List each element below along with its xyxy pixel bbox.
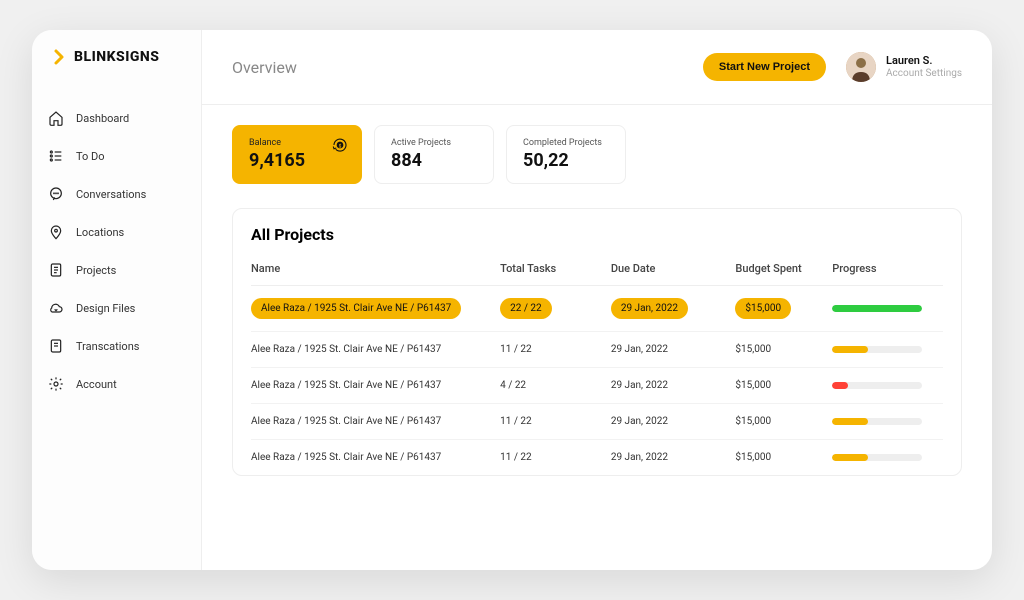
sidebar-item-design-files[interactable]: Design Files bbox=[46, 296, 187, 320]
refresh-dollar-icon: $ bbox=[331, 136, 349, 158]
sidebar-item-projects[interactable]: Projects bbox=[46, 258, 187, 282]
app-window: BLINKSIGNS Dashboard To Do Conversations Lo… bbox=[32, 30, 992, 570]
cell-tasks: 11 / 22 bbox=[500, 416, 532, 427]
table-header-row: Name Total Tasks Due Date Budget Spent P… bbox=[251, 254, 943, 286]
progress-bar bbox=[832, 346, 922, 353]
table-row[interactable]: Alee Raza / 1925 St. Clair Ave NE / P614… bbox=[251, 368, 943, 404]
nav-list: Dashboard To Do Conversations Locations Proj… bbox=[46, 106, 187, 396]
progress-fill bbox=[832, 382, 848, 389]
card-value: 50,22 bbox=[523, 150, 609, 171]
content-area: Balance 9,4165 $ Active Projects 884 Com… bbox=[202, 105, 992, 570]
sidebar: BLINKSIGNS Dashboard To Do Conversations Lo… bbox=[32, 30, 202, 570]
profile-text: Lauren S. Account Settings bbox=[886, 54, 962, 79]
sidebar-item-account[interactable]: Account bbox=[46, 372, 187, 396]
projects-panel: All Projects Name Total Tasks Due Date B… bbox=[232, 208, 962, 476]
sidebar-item-label: Transcations bbox=[76, 340, 139, 353]
active-projects-card[interactable]: Active Projects 884 bbox=[374, 125, 494, 184]
stats-cards: Balance 9,4165 $ Active Projects 884 Com… bbox=[232, 125, 962, 184]
cell-tasks: 4 / 22 bbox=[500, 380, 526, 391]
progress-fill bbox=[832, 454, 868, 461]
progress-bar bbox=[832, 382, 922, 389]
gear-icon bbox=[48, 376, 64, 392]
progress-bar bbox=[832, 454, 922, 461]
sidebar-item-conversations[interactable]: Conversations bbox=[46, 182, 187, 206]
sidebar-item-label: Locations bbox=[76, 226, 124, 239]
sidebar-item-label: Dashboard bbox=[76, 112, 129, 125]
col-name: Name bbox=[251, 254, 500, 286]
progress-fill bbox=[832, 418, 868, 425]
cell-due: 29 Jan, 2022 bbox=[611, 380, 668, 391]
completed-projects-card[interactable]: Completed Projects 50,22 bbox=[506, 125, 626, 184]
table-row[interactable]: Alee Raza / 1925 St. Clair Ave NE / P614… bbox=[251, 440, 943, 476]
sidebar-item-to-do[interactable]: To Do bbox=[46, 144, 187, 168]
pin-icon bbox=[48, 224, 64, 240]
cell-name: Alee Raza / 1925 St. Clair Ave NE / P614… bbox=[251, 380, 441, 391]
table-row[interactable]: Alee Raza / 1925 St. Clair Ave NE / P614… bbox=[251, 404, 943, 440]
cell-tasks: 22 / 22 bbox=[500, 298, 552, 319]
progress-bar bbox=[832, 418, 922, 425]
cell-budget: $15,000 bbox=[735, 298, 791, 319]
profile-menu[interactable]: Lauren S. Account Settings bbox=[846, 52, 962, 82]
cell-tasks: 11 / 22 bbox=[500, 452, 532, 463]
sidebar-item-locations[interactable]: Locations bbox=[46, 220, 187, 244]
sidebar-item-label: To Do bbox=[76, 150, 105, 163]
cell-budget: $15,000 bbox=[735, 344, 771, 355]
home-icon bbox=[48, 110, 64, 126]
topbar-right: Start New Project Lauren S. Account Sett… bbox=[703, 52, 962, 82]
cell-name: Alee Raza / 1925 St. Clair Ave NE / P614… bbox=[251, 416, 441, 427]
sidebar-item-label: Projects bbox=[76, 264, 116, 277]
cell-name: Alee Raza / 1925 St. Clair Ave NE / P614… bbox=[251, 344, 441, 355]
brand-logo[interactable]: BLINKSIGNS bbox=[46, 48, 187, 66]
cell-due: 29 Jan, 2022 bbox=[611, 416, 668, 427]
col-budget: Budget Spent bbox=[735, 254, 832, 286]
panel-title: All Projects bbox=[251, 225, 943, 244]
chevron-right-icon bbox=[50, 48, 68, 66]
projects-table: Name Total Tasks Due Date Budget Spent P… bbox=[251, 254, 943, 475]
sidebar-item-label: Design Files bbox=[76, 302, 135, 315]
projects-tbody: Alee Raza / 1925 St. Clair Ave NE / P614… bbox=[251, 286, 943, 476]
progress-fill bbox=[832, 305, 922, 312]
avatar bbox=[846, 52, 876, 82]
page-title: Overview bbox=[232, 58, 297, 77]
card-label: Completed Projects bbox=[523, 138, 609, 148]
cell-due: 29 Jan, 2022 bbox=[611, 344, 668, 355]
cell-tasks: 11 / 22 bbox=[500, 344, 532, 355]
list-icon bbox=[48, 148, 64, 164]
sidebar-item-label: Conversations bbox=[76, 188, 146, 201]
card-value: 884 bbox=[391, 150, 477, 171]
progress-fill bbox=[832, 346, 868, 353]
brand-name: BLINKSIGNS bbox=[74, 49, 159, 65]
profile-settings-link: Account Settings bbox=[886, 68, 962, 80]
doc-icon bbox=[48, 262, 64, 278]
cell-due: 29 Jan, 2022 bbox=[611, 452, 668, 463]
cell-due: 29 Jan, 2022 bbox=[611, 298, 688, 319]
chat-icon bbox=[48, 186, 64, 202]
cell-name: Alee Raza / 1925 St. Clair Ave NE / P614… bbox=[251, 452, 441, 463]
table-row[interactable]: Alee Raza / 1925 St. Clair Ave NE / P614… bbox=[251, 332, 943, 368]
start-new-project-button[interactable]: Start New Project bbox=[703, 53, 826, 81]
col-due: Due Date bbox=[611, 254, 736, 286]
balance-card[interactable]: Balance 9,4165 $ bbox=[232, 125, 362, 184]
sidebar-item-label: Account bbox=[76, 378, 117, 391]
col-progress: Progress bbox=[832, 254, 943, 286]
table-row[interactable]: Alee Raza / 1925 St. Clair Ave NE / P614… bbox=[251, 286, 943, 332]
card-label: Active Projects bbox=[391, 138, 477, 148]
cell-budget: $15,000 bbox=[735, 380, 771, 391]
sidebar-item-transcations[interactable]: Transcations bbox=[46, 334, 187, 358]
receipt-icon bbox=[48, 338, 64, 354]
progress-bar bbox=[832, 305, 922, 312]
profile-name: Lauren S. bbox=[886, 54, 962, 67]
cell-budget: $15,000 bbox=[735, 416, 771, 427]
main-content: Overview Start New Project Lauren S. Acc… bbox=[202, 30, 992, 570]
topbar: Overview Start New Project Lauren S. Acc… bbox=[202, 30, 992, 105]
cloud-icon bbox=[48, 300, 64, 316]
col-tasks: Total Tasks bbox=[500, 254, 611, 286]
cell-name: Alee Raza / 1925 St. Clair Ave NE / P614… bbox=[251, 298, 461, 319]
sidebar-item-dashboard[interactable]: Dashboard bbox=[46, 106, 187, 130]
cell-budget: $15,000 bbox=[735, 452, 771, 463]
